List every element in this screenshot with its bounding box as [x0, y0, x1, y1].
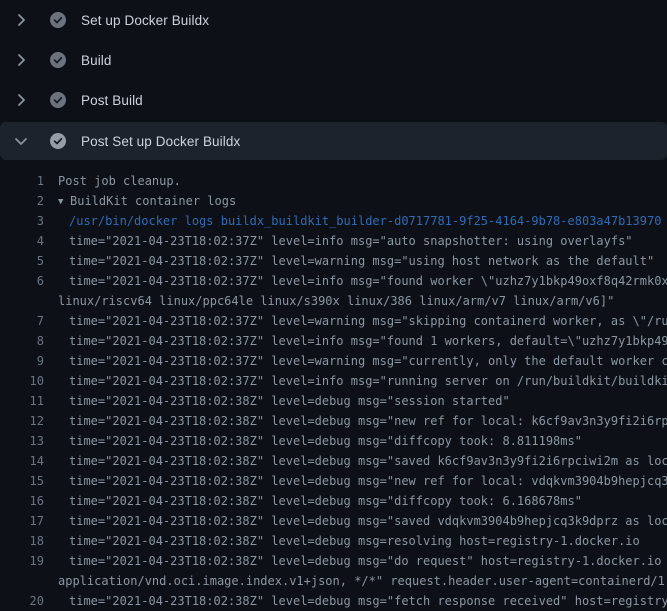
chevron-right-icon[interactable]	[13, 52, 29, 68]
log-line-number[interactable]: 4	[0, 231, 44, 251]
log-text: time="2021-04-23T18:02:37Z" level=warnin…	[69, 351, 667, 371]
log-line: 13 time="2021-04-23T18:02:38Z" level=debu…	[0, 431, 667, 451]
log-line-number[interactable]: 9	[0, 351, 44, 371]
check-circle-icon	[50, 12, 66, 28]
log-line-continuation: application/vnd.oci.image.index.v1+json,…	[0, 571, 667, 591]
log-line: 19 time="2021-04-23T18:02:38Z" level=debu…	[0, 551, 667, 571]
check-circle-icon	[50, 92, 66, 108]
log-line: 14 time="2021-04-23T18:02:38Z" level=debu…	[0, 451, 667, 471]
log-line-number[interactable]: 13	[0, 431, 44, 451]
log-line: 12 time="2021-04-23T18:02:38Z" level=debu…	[0, 411, 667, 431]
step-label: Post Build	[81, 93, 143, 108]
log-text: time="2021-04-23T18:02:38Z" level=debug …	[69, 431, 582, 451]
log-line: 5 time="2021-04-23T18:02:37Z" level=warni…	[0, 251, 667, 271]
log-line: 18 time="2021-04-23T18:02:38Z" level=debu…	[0, 531, 667, 551]
log-line-number	[0, 291, 44, 311]
log-line: 3/usr/bin/docker logs buildx_buildkit_bu…	[0, 211, 667, 231]
log-text: time="2021-04-23T18:02:37Z" level=info m…	[69, 231, 633, 251]
step-header-set-up-docker-buildx[interactable]: Set up Docker Buildx	[0, 0, 667, 40]
log-line: 16 time="2021-04-23T18:02:38Z" level=debu…	[0, 491, 667, 511]
log-text: time="2021-04-23T18:02:38Z" level=debug …	[69, 391, 510, 411]
log-line: 8 time="2021-04-23T18:02:37Z" level=info …	[0, 331, 667, 351]
log-line-number[interactable]: 5	[0, 251, 44, 271]
log-line-number[interactable]: 1	[0, 171, 44, 191]
check-circle-icon	[50, 133, 66, 149]
log-line-number[interactable]: 11	[0, 391, 44, 411]
log-line: 2 ▼BuildKit container logs	[0, 191, 667, 211]
log-line-number[interactable]: 10	[0, 371, 44, 391]
log-text: time="2021-04-23T18:02:37Z" level=info m…	[69, 271, 667, 291]
check-circle-icon	[50, 52, 66, 68]
log-line-number	[0, 571, 44, 591]
log-line-number[interactable]: 2	[0, 191, 44, 211]
log-line-number[interactable]: 7	[0, 311, 44, 331]
log-line-number[interactable]: 20	[0, 591, 44, 611]
log-text: time="2021-04-23T18:02:37Z" level=warnin…	[69, 311, 667, 331]
log-line: 15 time="2021-04-23T18:02:38Z" level=debu…	[0, 471, 667, 491]
step-header-post-build[interactable]: Post Build	[0, 80, 667, 120]
log-line-number[interactable]: 18	[0, 531, 44, 551]
log-viewer: 1 Post job cleanup. 2 ▼BuildKit container l…	[0, 160, 667, 611]
step-header-post-set-up-docker-buildx[interactable]: Post Set up Docker Buildx	[0, 122, 667, 160]
log-line: 1 Post job cleanup.	[0, 171, 667, 191]
log-line: 10 time="2021-04-23T18:02:37Z" level=info…	[0, 371, 667, 391]
log-text: time="2021-04-23T18:02:38Z" level=debug …	[69, 491, 582, 511]
log-line-number[interactable]: 14	[0, 451, 44, 471]
log-line-number[interactable]: 19	[0, 551, 44, 571]
group-collapse-icon[interactable]: ▼	[58, 192, 70, 211]
log-text: time="2021-04-23T18:02:38Z" level=debug …	[69, 591, 667, 611]
log-line: 4 time="2021-04-23T18:02:37Z" level=info …	[0, 231, 667, 251]
log-text: time="2021-04-23T18:02:38Z" level=debug …	[69, 451, 667, 471]
log-text: time="2021-04-23T18:02:38Z" level=debug …	[69, 511, 667, 531]
log-group-header[interactable]: ▼BuildKit container logs	[58, 191, 236, 211]
log-line-number[interactable]: 3	[0, 211, 44, 231]
log-line: 20 time="2021-04-23T18:02:38Z" level=debu…	[0, 591, 667, 611]
log-text: Post job cleanup.	[58, 171, 181, 191]
step-label: Post Set up Docker Buildx	[81, 134, 240, 149]
log-line: 6 time="2021-04-23T18:02:37Z" level=info …	[0, 271, 667, 291]
chevron-right-icon[interactable]	[13, 92, 29, 108]
log-line: 9 time="2021-04-23T18:02:37Z" level=warni…	[0, 351, 667, 371]
log-line: 17 time="2021-04-23T18:02:38Z" level=debu…	[0, 511, 667, 531]
log-line-number[interactable]: 17	[0, 511, 44, 531]
log-text: time="2021-04-23T18:02:38Z" level=debug …	[69, 551, 667, 571]
chevron-down-icon[interactable]	[13, 133, 29, 149]
log-line-number[interactable]: 12	[0, 411, 44, 431]
log-text: time="2021-04-23T18:02:38Z" level=debug …	[69, 411, 667, 431]
log-line-continuation: linux/riscv64 linux/ppc64le linux/s390x …	[0, 291, 667, 311]
log-line-number[interactable]: 16	[0, 491, 44, 511]
log-text: linux/riscv64 linux/ppc64le linux/s390x …	[58, 291, 614, 311]
log-line: 11 time="2021-04-23T18:02:38Z" level=debu…	[0, 391, 667, 411]
log-text: application/vnd.oci.image.index.v1+json,…	[58, 571, 667, 591]
step-label: Set up Docker Buildx	[81, 13, 209, 28]
step-label: Build	[81, 53, 112, 68]
log-text: time="2021-04-23T18:02:37Z" level=info m…	[69, 331, 667, 351]
log-line-number[interactable]: 15	[0, 471, 44, 491]
log-line-number[interactable]: 6	[0, 271, 44, 291]
log-text: time="2021-04-23T18:02:38Z" level=debug …	[69, 531, 640, 551]
chevron-right-icon[interactable]	[13, 12, 29, 28]
log-command-text: /usr/bin/docker logs buildx_buildkit_bui…	[69, 211, 661, 231]
log-text: time="2021-04-23T18:02:37Z" level=info m…	[69, 371, 667, 391]
log-line-number[interactable]: 8	[0, 331, 44, 351]
log-text: time="2021-04-23T18:02:38Z" level=debug …	[69, 471, 667, 491]
step-header-build[interactable]: Build	[0, 40, 667, 80]
log-group-title: BuildKit container logs	[70, 194, 236, 208]
log-line: 7 time="2021-04-23T18:02:37Z" level=warni…	[0, 311, 667, 331]
steps-list: Set up Docker Buildx Build Post Build Post …	[0, 0, 667, 160]
log-text: time="2021-04-23T18:02:37Z" level=warnin…	[69, 251, 654, 271]
